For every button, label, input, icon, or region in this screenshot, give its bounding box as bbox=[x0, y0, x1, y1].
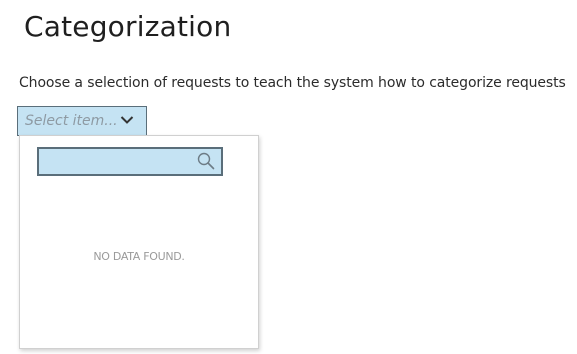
select-placeholder: Select item... bbox=[25, 113, 118, 129]
request-select-dropdown[interactable]: Select item... bbox=[17, 106, 147, 136]
chevron-down-icon[interactable] bbox=[120, 115, 134, 125]
categorization-page: Categorization Choose a selection of req… bbox=[0, 0, 577, 354]
search-field[interactable] bbox=[37, 147, 223, 176]
dropdown-panel: NO DATA FOUND. bbox=[19, 135, 259, 349]
page-description: Choose a selection of requests to teach … bbox=[19, 75, 566, 91]
page-title: Categorization bbox=[24, 10, 232, 43]
no-data-message: NO DATA FOUND. bbox=[93, 250, 185, 263]
search-input[interactable] bbox=[39, 149, 189, 174]
search-icon[interactable] bbox=[197, 152, 215, 170]
